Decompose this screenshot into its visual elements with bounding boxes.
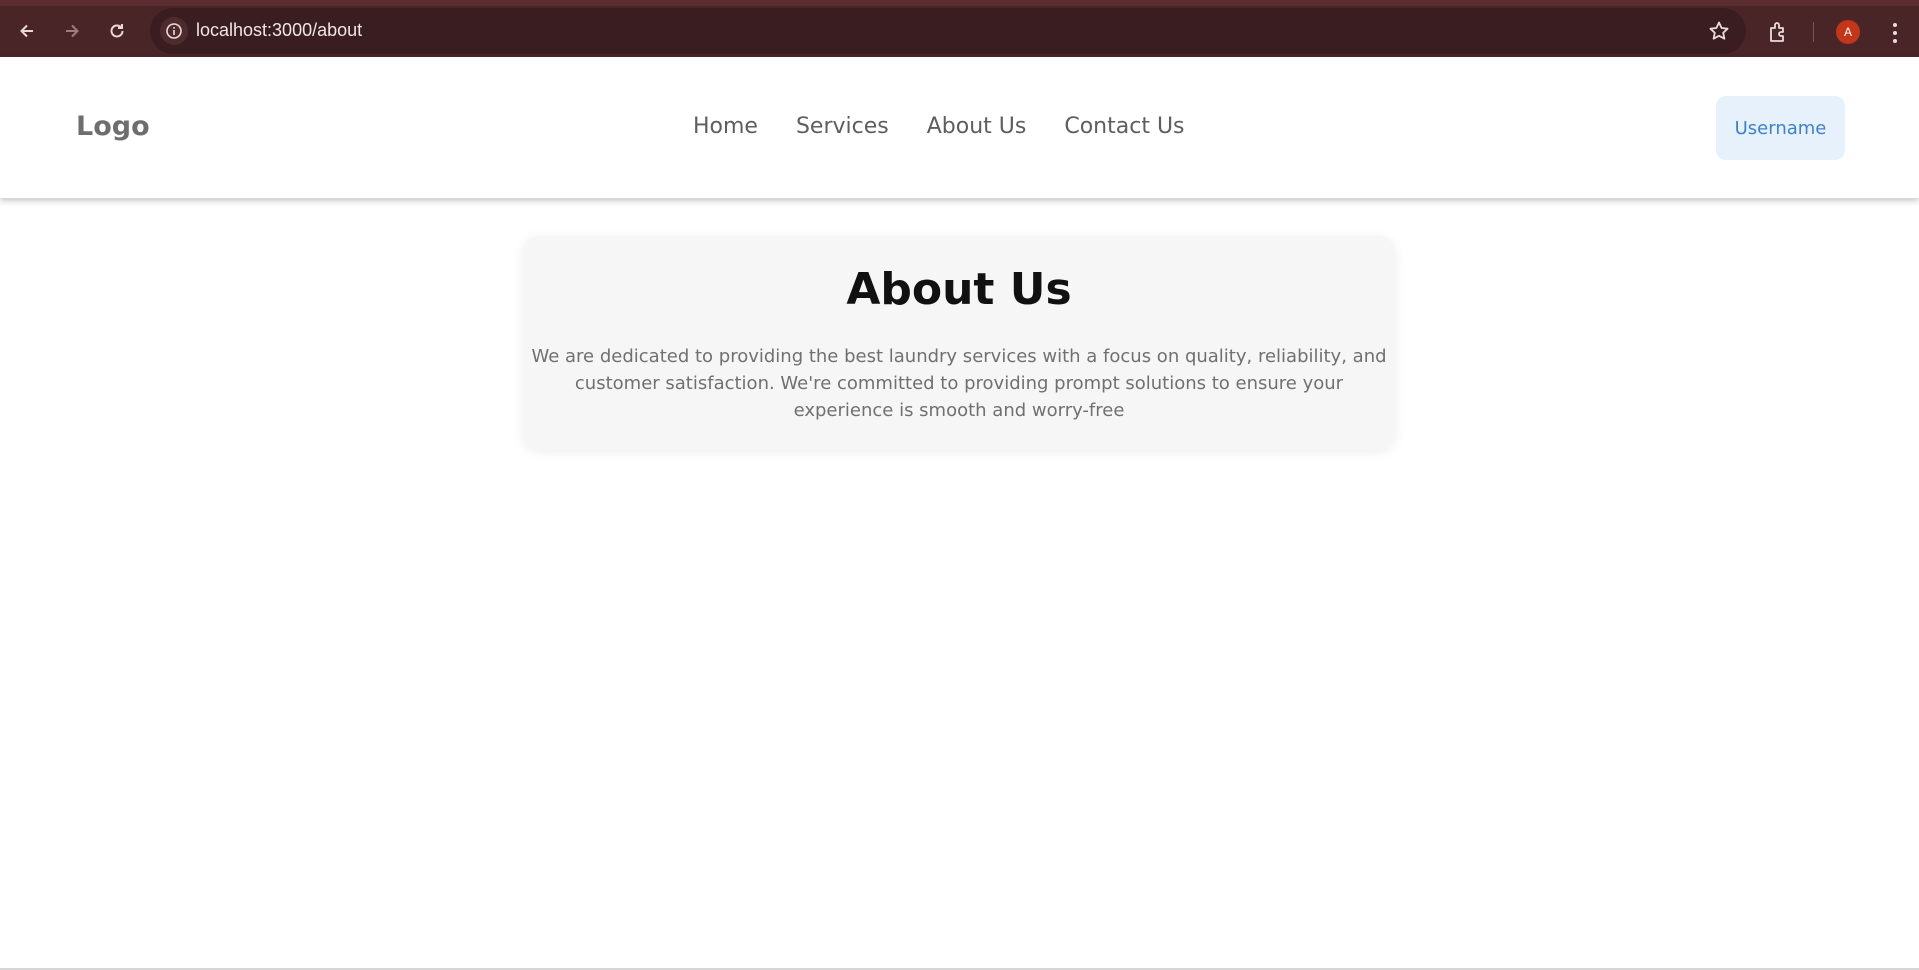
nav-link-contact-us[interactable]: Contact Us — [1064, 114, 1184, 139]
site-header: Logo Home Services About Us Contact Us U… — [0, 57, 1919, 198]
username-button[interactable]: Username — [1716, 96, 1845, 160]
about-description: We are dedicated to providing the best l… — [531, 346, 1387, 421]
nav-link-home[interactable]: Home — [693, 114, 758, 139]
nav-link-services[interactable]: Services — [796, 114, 889, 139]
forward-icon — [66, 24, 79, 38]
star-icon[interactable] — [1708, 20, 1730, 42]
nav-link-about-us[interactable]: About Us — [927, 114, 1027, 139]
back-icon — [20, 24, 33, 38]
about-card: About Us We are dedicated to providing t… — [523, 236, 1395, 450]
back-button[interactable] — [10, 14, 44, 48]
reload-icon — [110, 24, 124, 38]
browser-toolbar: localhost:3000/about A — [0, 0, 1919, 57]
address-bar[interactable]: localhost:3000/about — [150, 8, 1746, 54]
kebab-menu-icon[interactable] — [1884, 20, 1906, 46]
about-title: About Us — [846, 264, 1072, 315]
profile-avatar[interactable]: A — [1836, 20, 1860, 44]
extensions-icon[interactable] — [1766, 19, 1792, 45]
toolbar-divider — [1813, 22, 1814, 42]
site-logo[interactable]: Logo — [76, 111, 150, 142]
site-info-button[interactable] — [160, 17, 188, 45]
reload-button[interactable] — [100, 14, 134, 48]
forward-button[interactable] — [55, 14, 89, 48]
info-icon — [166, 23, 182, 39]
main-nav: Home Services About Us Contact Us — [693, 114, 1185, 139]
url-text: localhost:3000/about — [196, 20, 363, 40]
